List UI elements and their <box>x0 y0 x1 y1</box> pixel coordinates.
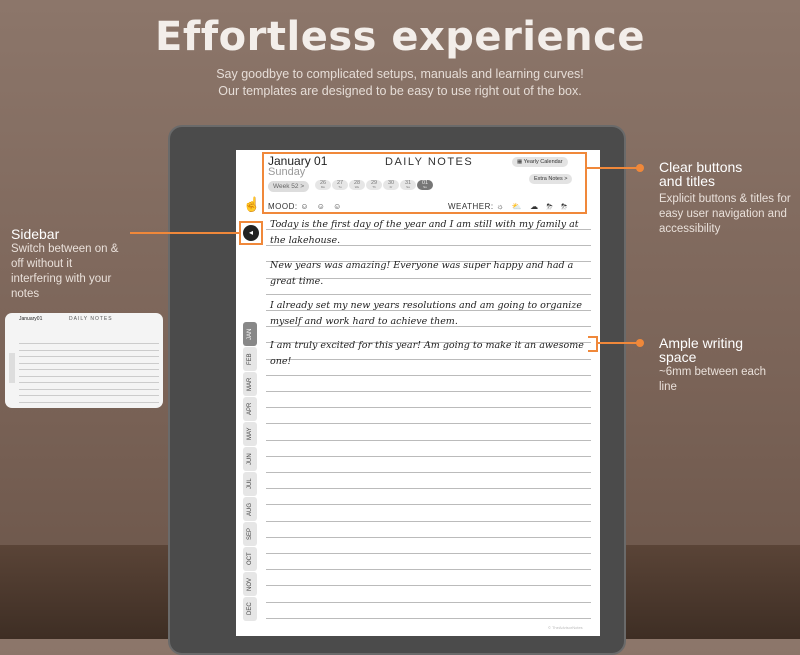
ruled-line <box>266 440 591 441</box>
month-tab-dec[interactable]: DEC <box>243 597 257 621</box>
mini-date: January01 <box>19 316 42 322</box>
sidebar-callout-line <box>130 232 240 234</box>
header-highlight-box <box>262 152 587 214</box>
buttons-callout-dot <box>636 164 644 172</box>
sidebar-callout-title: Sidebar <box>11 227 59 241</box>
month-tab-feb[interactable]: FEB <box>243 347 257 371</box>
mini-line <box>19 343 159 344</box>
mini-line <box>19 363 159 364</box>
month-tab-mar[interactable]: MAR <box>243 372 257 396</box>
note-paragraph: New years was amazing! Everyone was supe… <box>270 258 590 290</box>
writing-callout-line <box>598 342 640 344</box>
ruled-line <box>266 618 591 619</box>
month-tab-jul[interactable]: JUL <box>243 472 257 496</box>
mini-line <box>19 356 159 357</box>
ruled-line <box>266 569 591 570</box>
ruled-line <box>266 504 591 505</box>
writing-callout-title: Ample writing space <box>659 336 769 364</box>
month-tab-may[interactable]: MAY <box>243 422 257 446</box>
month-tab-jun[interactable]: JUN <box>243 447 257 471</box>
ruled-line <box>266 294 591 295</box>
note-paragraph: I am truly excited for this year! Am goi… <box>270 338 590 370</box>
sidebar-toggle-button[interactable]: ◂ <box>243 225 259 241</box>
sidebar-preview: January01 DAILY NOTES <box>5 313 163 408</box>
hero-subtitle-2: Our templates are designed to be easy to… <box>0 83 800 100</box>
mini-line <box>19 389 159 390</box>
ruled-line <box>266 423 591 424</box>
hero: Effortless experience Say goodbye to com… <box>0 14 800 100</box>
page-footer: © TheAdvisorNotes <box>548 625 583 630</box>
writing-callout-dot <box>636 339 644 347</box>
mini-title: DAILY NOTES <box>69 316 113 322</box>
mini-line <box>19 382 159 383</box>
buttons-callout-line <box>587 167 640 169</box>
tap-hand-icon: ☝ <box>243 196 260 213</box>
buttons-callout-desc: Explicit buttons & titles for easy user … <box>659 192 799 237</box>
month-tab-aug[interactable]: AUG <box>243 497 257 521</box>
sidebar-callout-desc: Switch between on & off without it inter… <box>11 242 126 302</box>
hero-subtitle-1: Say goodbye to complicated setups, manua… <box>0 66 800 83</box>
ruled-line <box>266 585 591 586</box>
ruled-line <box>266 456 591 457</box>
mini-line <box>19 402 159 403</box>
mini-line <box>19 350 159 351</box>
ruled-line <box>266 488 591 489</box>
buttons-callout-title: Clear buttons and titles <box>659 160 769 188</box>
ruled-line <box>266 407 591 408</box>
mini-line <box>19 395 159 396</box>
ruled-line <box>266 521 591 522</box>
note-paragraph: I already set my new years resolutions a… <box>270 298 590 330</box>
writing-callout-desc: ~6mm between each line <box>659 365 769 395</box>
month-tab-jan[interactable]: JAN <box>243 322 257 346</box>
month-tab-sep[interactable]: SEP <box>243 522 257 546</box>
writing-bracket <box>588 336 598 352</box>
mini-line <box>19 369 159 370</box>
month-tab-apr[interactable]: APR <box>243 397 257 421</box>
ruled-line <box>266 375 591 376</box>
mini-line <box>19 376 159 377</box>
ruled-line <box>266 391 591 392</box>
hero-title: Effortless experience <box>0 14 800 60</box>
note-paragraph: Today is the first day of the year and I… <box>270 217 590 249</box>
mini-sidebar <box>9 353 15 383</box>
month-tab-nov[interactable]: NOV <box>243 572 257 596</box>
ruled-line <box>266 537 591 538</box>
ruled-line <box>266 602 591 603</box>
ruled-line <box>266 553 591 554</box>
ruled-line <box>266 472 591 473</box>
month-tab-oct[interactable]: OCT <box>243 547 257 571</box>
